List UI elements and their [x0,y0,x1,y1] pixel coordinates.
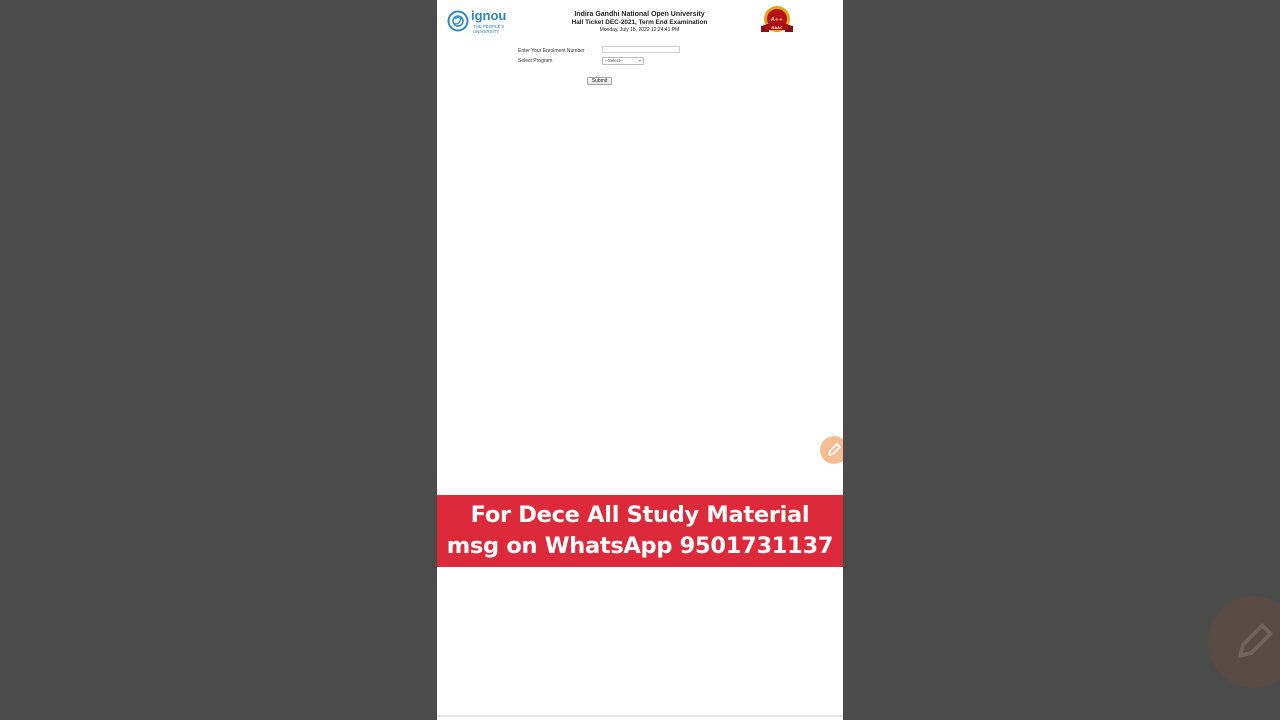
video-frame: ignou THE PEOPLE'S UNIVERSITY Indira Gan… [0,0,1280,720]
current-datetime: Monday, July 18, 2022 12:24:41 PM [599,27,680,33]
naac-badge-grade: A++ [771,17,783,23]
pencil-icon [1238,623,1273,658]
promo-line-1: For Dece All Study Material [470,502,810,528]
chevron-down-icon: ▾ [638,58,641,63]
naac-seal-icon: A++ NAAC [761,6,793,32]
page-header: ignou THE PEOPLE'S UNIVERSITY Indira Gan… [437,0,843,44]
phone-screen: ignou THE PEOPLE'S UNIVERSITY Indira Gan… [437,0,843,720]
ignou-logo: ignou THE PEOPLE'S UNIVERSITY [447,8,507,35]
promo-line-2: msg on WhatsApp 9501731137 [446,533,834,559]
ghost-edit-fab [1208,596,1280,688]
pencil-icon [828,443,841,456]
ignou-brand-text: ignou [471,8,507,23]
naac-badge-text: NAAC [771,26,783,30]
ignou-tagline-2: UNIVERSITY [473,29,500,34]
university-name: Indira Gandhi National Open University [574,11,705,18]
header-title-block: Indira Gandhi National Open University H… [537,10,742,34]
promo-banner: For Dece All Study Material msg on Whats… [437,495,843,567]
ignou-logo-icon [447,10,469,32]
submit-button[interactable]: Submit [587,77,612,85]
program-selected-value: --Select-- [605,58,624,63]
enrollment-label: Enter Your Enrolment Number [518,48,585,54]
hall-ticket-title: Hall Ticket DEC-2021, Term End Examinati… [571,19,708,26]
program-select[interactable]: --Select-- ▾ [602,57,644,65]
enrollment-input[interactable] [602,46,680,53]
edit-fab-button[interactable] [820,436,843,464]
hall-ticket-form: Enter Your Enrolment Number Select Progr… [518,45,718,90]
bottom-divider [437,715,843,717]
program-label: Select Program [518,58,553,64]
